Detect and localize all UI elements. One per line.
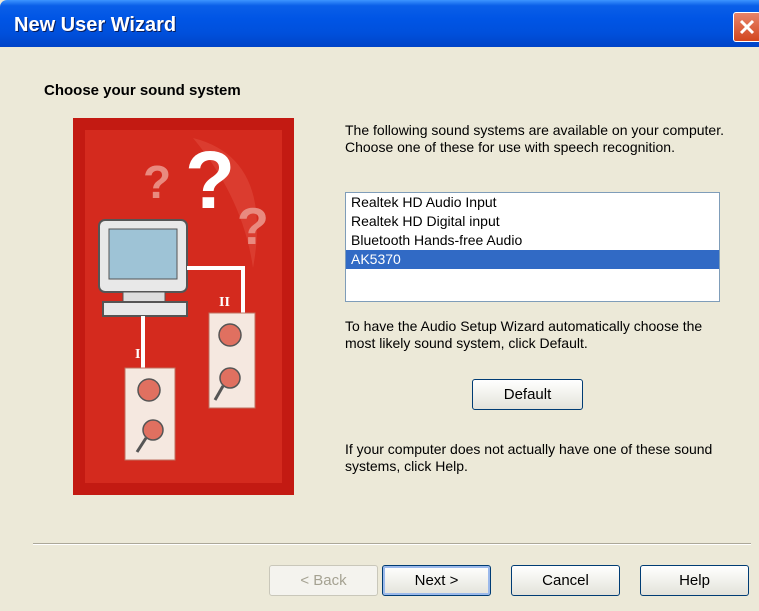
list-item[interactable]: Realtek HD Digital input (346, 212, 719, 231)
help-button[interactable]: Help (640, 565, 749, 596)
list-item[interactable]: Bluetooth Hands-free Audio (346, 231, 719, 250)
sound-system-list[interactable]: Realtek HD Audio Input Realtek HD Digita… (345, 192, 720, 302)
intro-text: The following sound systems are availabl… (345, 122, 724, 155)
divider-highlight (33, 544, 751, 545)
title-bar[interactable]: New User Wizard (0, 0, 759, 47)
default-hint-text: To have the Audio Setup Wizard automatic… (345, 318, 703, 351)
help-hint-text: If your computer does not actually have … (345, 441, 713, 474)
default-button[interactable]: Default (472, 379, 583, 410)
list-item[interactable]: Realtek HD Audio Input (346, 193, 719, 212)
page-heading: Choose your sound system (44, 82, 241, 99)
back-button[interactable]: < Back (269, 565, 378, 596)
channel-two-label: II (219, 295, 230, 310)
question-mark-icon: ? (237, 198, 269, 256)
audio-device-card-icon (124, 367, 176, 461)
window-title: New User Wizard (14, 14, 177, 36)
cancel-button[interactable]: Cancel (511, 565, 620, 596)
audio-device-card-icon (208, 312, 256, 409)
close-icon (739, 19, 755, 35)
next-button[interactable]: Next > (382, 565, 491, 596)
computer-icon (98, 219, 188, 317)
sound-system-illustration: ? ? ? II I (73, 118, 294, 495)
question-mark-icon: ? (185, 135, 235, 226)
wizard-window: New User Wizard Choose your sound system… (0, 0, 759, 611)
question-mark-icon: ? (143, 156, 171, 208)
list-item-selected[interactable]: AK5370 (346, 250, 719, 269)
close-button[interactable] (733, 12, 759, 42)
channel-one-label: I (135, 347, 140, 362)
